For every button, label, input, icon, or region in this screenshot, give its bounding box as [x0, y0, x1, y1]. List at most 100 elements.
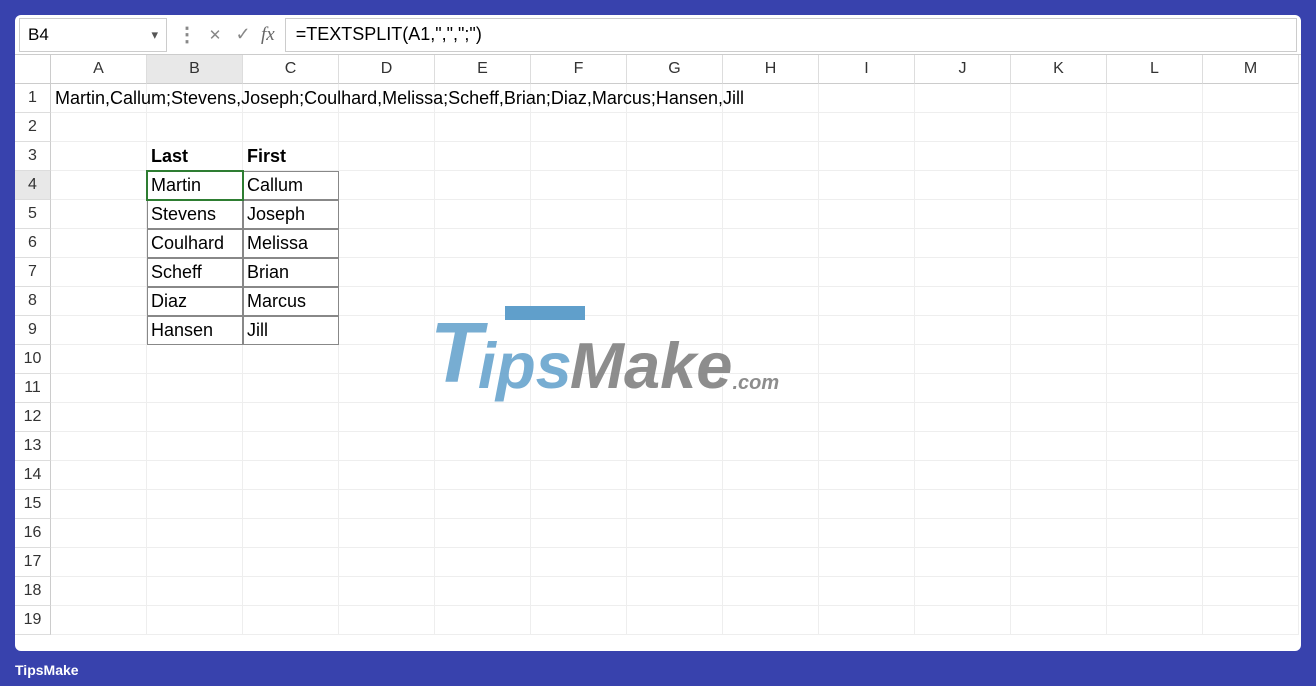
cell[interactable]	[723, 113, 819, 142]
cell[interactable]	[915, 461, 1011, 490]
cell[interactable]	[435, 374, 531, 403]
cell[interactable]	[627, 142, 723, 171]
cell[interactable]	[531, 171, 627, 200]
cell[interactable]	[531, 548, 627, 577]
cell[interactable]	[723, 258, 819, 287]
cell[interactable]	[339, 577, 435, 606]
cell[interactable]	[819, 287, 915, 316]
cell[interactable]	[1203, 287, 1299, 316]
cell[interactable]	[243, 519, 339, 548]
cell[interactable]	[1107, 171, 1203, 200]
cell[interactable]	[243, 432, 339, 461]
cell-b9[interactable]: Hansen	[147, 316, 243, 345]
cell[interactable]	[627, 461, 723, 490]
cell[interactable]	[819, 171, 915, 200]
cell[interactable]	[1107, 577, 1203, 606]
cell[interactable]	[915, 548, 1011, 577]
cell[interactable]	[915, 229, 1011, 258]
cell[interactable]	[339, 432, 435, 461]
cell[interactable]	[627, 577, 723, 606]
cell[interactable]	[723, 432, 819, 461]
cell[interactable]	[819, 258, 915, 287]
cell[interactable]	[1203, 345, 1299, 374]
cell[interactable]	[915, 374, 1011, 403]
cell[interactable]	[435, 606, 531, 635]
cell[interactable]	[243, 548, 339, 577]
row-header-2[interactable]: 2	[15, 113, 51, 142]
cell[interactable]	[1107, 113, 1203, 142]
cell[interactable]	[147, 374, 243, 403]
cell[interactable]	[1107, 403, 1203, 432]
cell[interactable]	[1107, 229, 1203, 258]
cell[interactable]	[819, 519, 915, 548]
cell[interactable]	[1107, 200, 1203, 229]
cell[interactable]	[627, 403, 723, 432]
cell[interactable]	[723, 374, 819, 403]
cell[interactable]	[627, 548, 723, 577]
cell[interactable]	[1011, 432, 1107, 461]
cell[interactable]	[51, 142, 147, 171]
cell[interactable]	[51, 287, 147, 316]
cell[interactable]	[819, 345, 915, 374]
cell[interactable]	[1011, 345, 1107, 374]
row-header-14[interactable]: 14	[15, 461, 51, 490]
cell[interactable]	[51, 403, 147, 432]
cell[interactable]	[627, 171, 723, 200]
cell[interactable]	[627, 432, 723, 461]
cell[interactable]	[51, 229, 147, 258]
cell[interactable]	[819, 432, 915, 461]
cell[interactable]	[51, 258, 147, 287]
cell-b6[interactable]: Coulhard	[147, 229, 243, 258]
row-header-15[interactable]: 15	[15, 490, 51, 519]
col-header-g[interactable]: G	[627, 55, 723, 84]
cell[interactable]	[147, 461, 243, 490]
cell[interactable]	[435, 171, 531, 200]
cell[interactable]	[435, 113, 531, 142]
row-header-8[interactable]: 8	[15, 287, 51, 316]
cell[interactable]	[819, 142, 915, 171]
cell[interactable]	[339, 461, 435, 490]
cell[interactable]	[243, 606, 339, 635]
cell[interactable]	[1011, 577, 1107, 606]
cell[interactable]	[435, 142, 531, 171]
cell[interactable]	[435, 345, 531, 374]
cell[interactable]	[339, 374, 435, 403]
row-header-4[interactable]: 4	[15, 171, 51, 200]
cell[interactable]	[1107, 432, 1203, 461]
cell[interactable]	[819, 113, 915, 142]
cell[interactable]	[627, 229, 723, 258]
cell[interactable]	[723, 316, 819, 345]
cell[interactable]	[627, 200, 723, 229]
cell[interactable]	[51, 316, 147, 345]
cell[interactable]	[723, 345, 819, 374]
cell[interactable]	[1107, 84, 1203, 113]
col-header-m[interactable]: M	[1203, 55, 1299, 84]
cell[interactable]	[627, 374, 723, 403]
cell[interactable]	[339, 490, 435, 519]
cell[interactable]	[51, 171, 147, 200]
cell[interactable]	[147, 113, 243, 142]
cell[interactable]	[1107, 490, 1203, 519]
cell[interactable]	[51, 200, 147, 229]
cell[interactable]	[1011, 316, 1107, 345]
cell[interactable]	[1107, 258, 1203, 287]
cell[interactable]	[819, 200, 915, 229]
cell[interactable]	[243, 403, 339, 432]
cell[interactable]	[627, 519, 723, 548]
col-header-k[interactable]: K	[1011, 55, 1107, 84]
cell-c3[interactable]: First	[243, 142, 339, 171]
cell[interactable]	[531, 200, 627, 229]
select-all-corner[interactable]	[15, 55, 51, 84]
cell[interactable]	[915, 432, 1011, 461]
row-header-10[interactable]: 10	[15, 345, 51, 374]
chevron-down-icon[interactable]: ▾	[151, 27, 158, 43]
cell[interactable]	[915, 171, 1011, 200]
cell[interactable]	[51, 490, 147, 519]
cell[interactable]	[723, 606, 819, 635]
cell[interactable]	[531, 258, 627, 287]
cell[interactable]	[915, 490, 1011, 519]
cell[interactable]	[819, 606, 915, 635]
cell[interactable]	[435, 200, 531, 229]
col-header-a[interactable]: A	[51, 55, 147, 84]
cell[interactable]	[1107, 606, 1203, 635]
